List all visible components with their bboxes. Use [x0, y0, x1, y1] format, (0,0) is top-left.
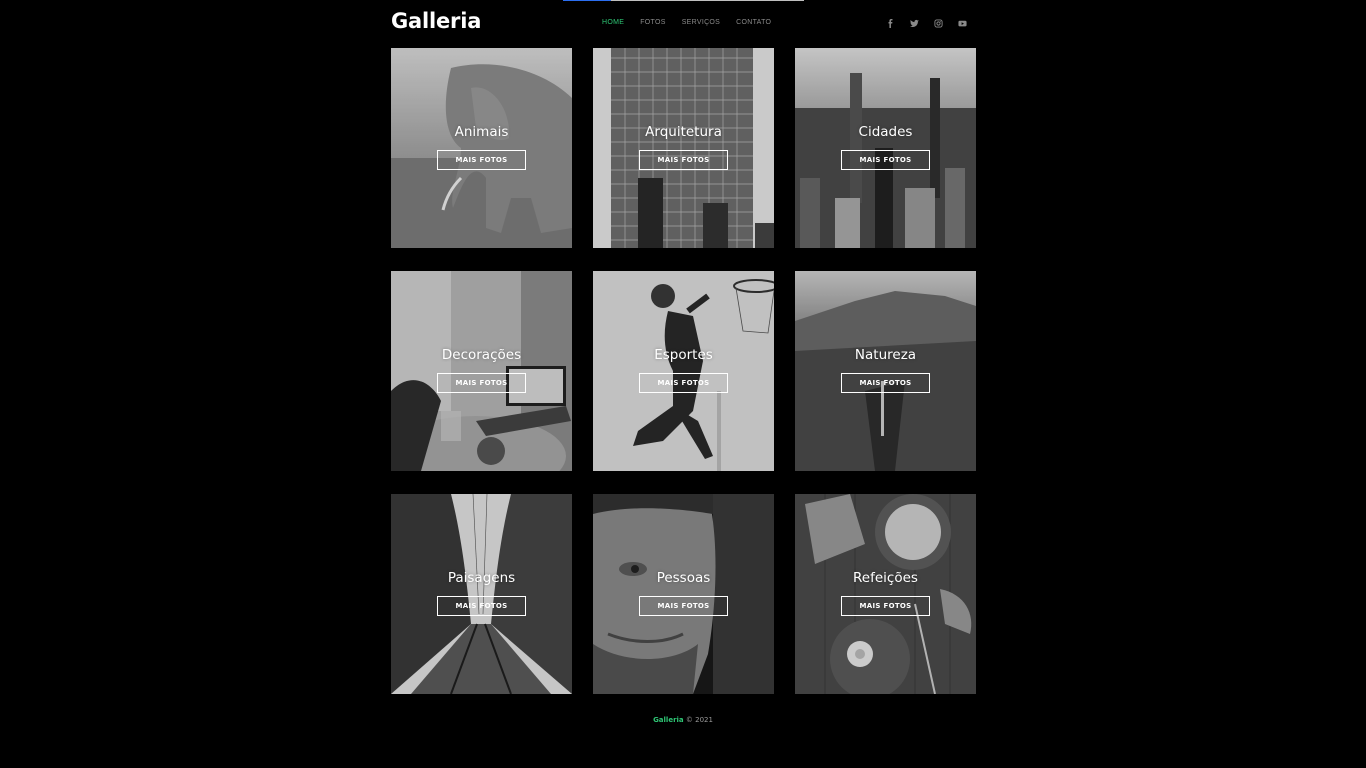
more-photos-button[interactable]: MAIS FOTOS	[639, 373, 728, 393]
more-photos-button[interactable]: MAIS FOTOS	[437, 373, 526, 393]
nav-home[interactable]: HOME	[602, 19, 624, 26]
footer-copyright: © 2021	[685, 716, 713, 724]
card-title: Decorações	[441, 347, 522, 363]
gallery-card-arquitetura[interactable]: Arquitetura MAIS FOTOS	[593, 48, 774, 248]
more-photos-button[interactable]: MAIS FOTOS	[639, 596, 728, 616]
site-header: Galleria HOME FOTOS SERVIÇOS CONTATO	[391, 0, 975, 48]
more-photos-button[interactable]: MAIS FOTOS	[841, 150, 930, 170]
more-photos-button[interactable]: MAIS FOTOS	[639, 150, 728, 170]
gallery-card-esportes[interactable]: Esportes MAIS FOTOS	[593, 271, 774, 471]
nav-fotos[interactable]: FOTOS	[640, 19, 665, 26]
gallery-card-cidades[interactable]: Cidades MAIS FOTOS	[795, 48, 976, 248]
gallery-card-paisagens[interactable]: Paisagens MAIS FOTOS	[391, 494, 572, 694]
gallery-card-natureza[interactable]: Natureza MAIS FOTOS	[795, 271, 976, 471]
gallery-card-refeicoes[interactable]: Refeições MAIS FOTOS	[795, 494, 976, 694]
more-photos-button[interactable]: MAIS FOTOS	[841, 373, 930, 393]
card-title: Arquitetura	[645, 124, 722, 140]
card-title: Natureza	[854, 347, 917, 363]
gallery-card-decoracoes[interactable]: Decorações MAIS FOTOS	[391, 271, 572, 471]
facebook-icon[interactable]	[885, 18, 895, 28]
gallery-grid: Animais MAIS FOTOS Arquitetura MAIS FOTO…	[391, 48, 976, 694]
gallery-card-animais[interactable]: Animais MAIS FOTOS	[391, 48, 572, 248]
card-title: Paisagens	[447, 570, 516, 586]
twitter-icon[interactable]	[909, 18, 919, 28]
card-title: Esportes	[654, 347, 713, 363]
page-container: Galleria HOME FOTOS SERVIÇOS CONTATO Ani…	[391, 0, 976, 694]
card-title: Cidades	[858, 124, 913, 140]
more-photos-button[interactable]: MAIS FOTOS	[437, 150, 526, 170]
gallery-card-pessoas[interactable]: Pessoas MAIS FOTOS	[593, 494, 774, 694]
footer-brand: Galleria	[653, 716, 684, 724]
social-links	[885, 18, 967, 28]
nav-contato[interactable]: CONTATO	[736, 19, 771, 26]
main-nav: HOME FOTOS SERVIÇOS CONTATO	[602, 19, 771, 26]
card-title: Pessoas	[656, 570, 711, 586]
more-photos-button[interactable]: MAIS FOTOS	[841, 596, 930, 616]
youtube-icon[interactable]	[957, 18, 967, 28]
more-photos-button[interactable]: MAIS FOTOS	[437, 596, 526, 616]
card-title: Animais	[454, 124, 509, 140]
site-logo[interactable]: Galleria	[391, 9, 481, 33]
instagram-icon[interactable]	[933, 18, 943, 28]
card-title: Refeições	[853, 570, 918, 586]
nav-servicos[interactable]: SERVIÇOS	[682, 19, 720, 26]
site-footer: Galleria © 2021	[0, 716, 1366, 724]
